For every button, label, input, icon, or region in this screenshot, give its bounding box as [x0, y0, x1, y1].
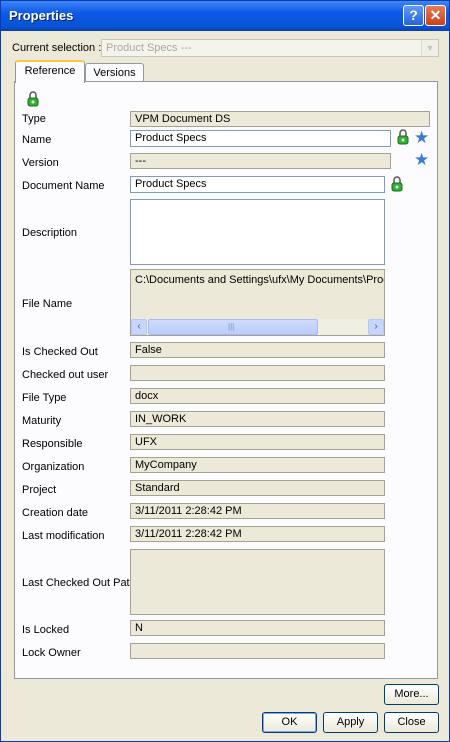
current-selection-label: Current selection : — [12, 42, 102, 54]
current-selection-value: Product Specs --- — [106, 42, 192, 54]
organization-field: MyCompany — [130, 457, 385, 473]
is-checked-out-label: Is Checked Out — [22, 346, 98, 358]
lock-icon[interactable] — [397, 129, 409, 145]
type-field: VPM Document DS — [130, 111, 430, 127]
creation-date-field: 3/11/2011 2:28:42 PM — [130, 503, 385, 519]
scroll-thumb[interactable]: ||| — [148, 319, 318, 335]
name-label: Name — [22, 134, 52, 146]
title-bar[interactable]: Properties ? ✕ — [1, 1, 449, 31]
ok-button[interactable]: OK — [262, 712, 317, 733]
checked-out-user-label: Checked out user — [22, 369, 109, 381]
maturity-field: IN_WORK — [130, 411, 385, 427]
is-locked-label: Is Locked — [22, 624, 70, 636]
document-name-input[interactable]: Product Specs — [130, 176, 385, 193]
project-label: Project — [22, 484, 57, 496]
description-label: Description — [22, 227, 78, 239]
star-icon[interactable]: ★ — [414, 129, 429, 146]
version-label: Version — [22, 157, 59, 169]
scroll-left-icon[interactable]: ‹ — [131, 319, 147, 335]
tab-reference[interactable]: Reference — [15, 60, 85, 83]
lock-owner-field — [130, 643, 385, 659]
last-checked-out-path-label: Last Checked Out Path — [22, 577, 136, 589]
maturity-label: Maturity — [22, 415, 62, 427]
help-button[interactable]: ? — [403, 5, 424, 26]
version-field: --- — [130, 153, 391, 169]
last-checked-out-path-field — [130, 549, 385, 615]
file-name-scrollbar[interactable]: ‹ ||| › — [131, 319, 384, 335]
last-modification-label: Last modification — [22, 530, 105, 542]
file-name-label: File Name — [22, 298, 73, 310]
project-field: Standard — [130, 480, 385, 496]
window-title: Properties — [9, 8, 74, 23]
creation-date-label: Creation date — [22, 507, 89, 519]
apply-button[interactable]: Apply — [323, 712, 378, 733]
lock-icon[interactable] — [391, 176, 403, 192]
tab-reference-label: Reference — [24, 65, 76, 77]
is-checked-out-field: False — [130, 342, 385, 358]
document-name-label: Document Name — [22, 180, 105, 192]
tab-versions-label: Versions — [93, 67, 136, 79]
name-input[interactable]: Product Specs — [130, 130, 391, 147]
chevron-down-icon[interactable]: ▼ — [421, 40, 438, 56]
more-button[interactable]: More... — [384, 684, 439, 705]
close-button[interactable]: Close — [384, 712, 439, 733]
close-window-button[interactable]: ✕ — [425, 5, 446, 26]
organization-label: Organization — [22, 461, 85, 473]
current-selection-dropdown[interactable]: Product Specs --- ▼ — [101, 39, 439, 57]
lock-icon — [27, 91, 39, 107]
lock-owner-label: Lock Owner — [22, 647, 81, 659]
type-label: Type — [22, 113, 46, 125]
file-type-label: File Type — [22, 392, 67, 404]
is-locked-field: N — [130, 620, 385, 636]
properties-dialog: Properties ? ✕ Current selection : Produ… — [0, 0, 450, 742]
description-textarea[interactable] — [130, 199, 385, 265]
close-icon: ✕ — [429, 7, 442, 23]
grip-icon: ||| — [228, 322, 235, 331]
checked-out-user-field — [130, 365, 385, 381]
tab-versions[interactable]: Versions — [85, 63, 144, 83]
help-icon: ? — [409, 7, 418, 23]
star-icon[interactable]: ★ — [414, 151, 429, 168]
scroll-right-icon[interactable]: › — [368, 319, 384, 335]
last-modification-field: 3/11/2011 2:28:42 PM — [130, 526, 385, 542]
responsible-label: Responsible — [22, 438, 83, 450]
responsible-field: UFX — [130, 434, 385, 450]
file-type-field: docx — [130, 388, 385, 404]
